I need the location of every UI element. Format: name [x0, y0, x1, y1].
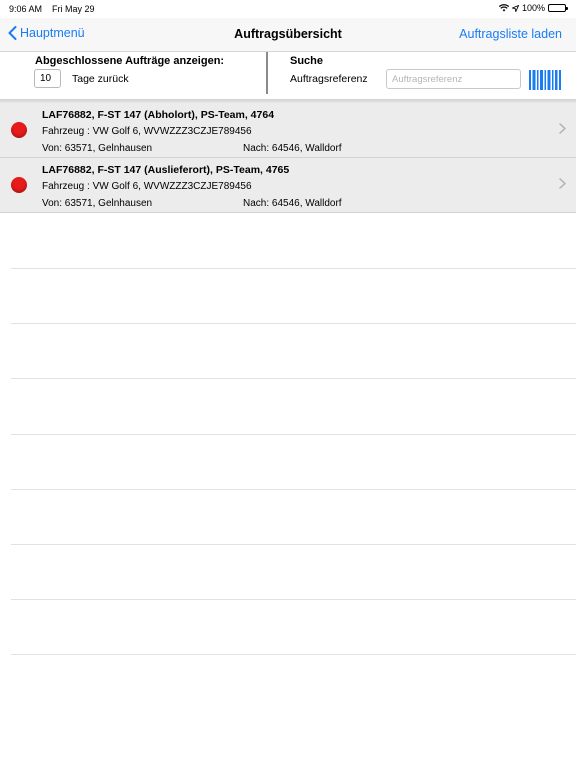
location-icon [511, 4, 519, 12]
battery-percent: 100% [521, 3, 545, 13]
order-title: LAF76882, F-ST 147 (Abholort), PS-Team, … [42, 109, 275, 121]
battery-icon [548, 4, 568, 12]
order-row[interactable]: LAF76882, F-ST 147 (Abholort), PS-Team, … [0, 103, 576, 158]
wifi-icon [498, 4, 509, 12]
chevron-right-icon [559, 123, 566, 134]
search-heading: Suche [290, 55, 324, 67]
filter-panel: Abgeschlossene Aufträge anzeigen: 10 Tag… [0, 52, 576, 100]
empty-row-separator [11, 599, 576, 600]
empty-row-separator [11, 544, 576, 545]
load-order-list-button[interactable]: Auftragsliste laden [459, 27, 562, 41]
status-dot-icon [11, 177, 27, 193]
order-to: Nach: 64546, Walldorf [243, 143, 342, 154]
completed-orders-heading: Abgeschlossene Aufträge anzeigen: [35, 55, 225, 67]
empty-row-separator [11, 434, 576, 435]
order-reference-input[interactable]: Auftragsreferenz [386, 69, 521, 89]
order-row[interactable]: LAF76882, F-ST 147 (Auslieferort), PS-Te… [0, 158, 576, 213]
status-bar: 9:06 AM Fri May 29 100% [0, 0, 576, 18]
navigation-bar: Hauptmenü Auftragsübersicht Auftragslist… [0, 18, 576, 52]
status-dot-icon [11, 122, 27, 138]
days-back-label: Tage zurück [72, 73, 129, 85]
order-from: Von: 63571, Gelnhausen [42, 143, 153, 154]
order-from: Von: 63571, Gelnhausen [42, 198, 153, 209]
order-vehicle: Fahrzeug : VW Golf 6, WVWZZZ3CZJE789456 [42, 126, 252, 137]
status-date: Fri May 29 [52, 4, 95, 14]
status-time: 9:06 AM [9, 4, 43, 14]
empty-row-separator [11, 489, 576, 490]
empty-row-separator [11, 323, 576, 324]
order-reference-label: Auftragsreferenz [290, 73, 368, 85]
empty-row-separator [11, 268, 576, 269]
barcode-scan-icon[interactable] [529, 70, 561, 90]
order-list: LAF76882, F-ST 147 (Abholort), PS-Team, … [0, 103, 576, 213]
empty-row-separator [11, 654, 576, 655]
status-right: 100% [498, 3, 568, 13]
order-to: Nach: 64546, Walldorf [243, 198, 342, 209]
order-title: LAF76882, F-ST 147 (Auslieferort), PS-Te… [42, 164, 290, 176]
filter-divider [266, 52, 268, 94]
days-back-input[interactable]: 10 [34, 69, 61, 88]
empty-row-separator [11, 378, 576, 379]
chevron-right-icon [559, 178, 566, 189]
order-vehicle: Fahrzeug : VW Golf 6, WVWZZZ3CZJE789456 [42, 181, 252, 192]
